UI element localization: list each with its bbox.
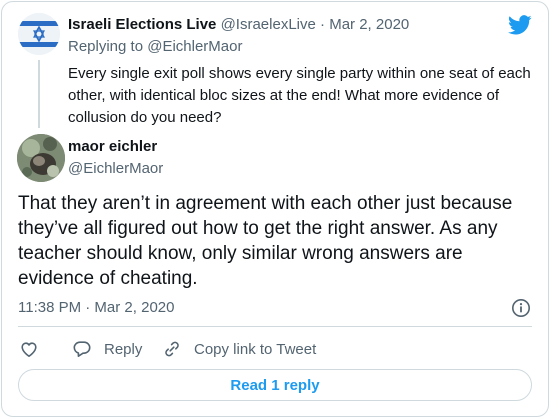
main-tweet-text: That they aren’t in agreement with each …	[18, 193, 513, 289]
info-icon[interactable]	[511, 298, 531, 318]
parent-handle[interactable]: @IsraelexLive	[221, 16, 316, 33]
like-button[interactable]	[19, 338, 39, 360]
copy-link-label: Copy link to Tweet	[194, 340, 317, 358]
divider	[18, 326, 532, 327]
replying-to-handle[interactable]: @EichlerMaor	[147, 38, 242, 55]
reply-icon	[73, 341, 91, 357]
twitter-logo-icon[interactable]	[508, 13, 532, 37]
parent-display-name[interactable]: Israeli Elections Live	[68, 16, 216, 33]
reply-button[interactable]: Reply	[72, 338, 142, 360]
parent-avatar[interactable]	[18, 13, 60, 55]
copy-link-button[interactable]: Copy link to Tweet	[162, 338, 316, 360]
read-replies-button[interactable]: Read 1 reply	[18, 369, 532, 401]
heart-icon	[21, 342, 37, 357]
reply-label: Reply	[104, 340, 143, 358]
main-handle[interactable]: @EichlerMaor	[68, 160, 163, 178]
parent-separator: ·	[320, 16, 326, 33]
link-icon	[165, 341, 179, 357]
thread-connector-line	[38, 60, 40, 128]
parent-date[interactable]: Mar 2, 2020	[329, 16, 409, 33]
replying-prefix: Replying to	[68, 38, 144, 55]
replying-to: Replying to @EichlerMaor	[68, 38, 242, 56]
main-avatar[interactable]	[17, 134, 65, 182]
tweet-timestamp[interactable]: 11:38 PM · Mar 2, 2020	[18, 299, 174, 317]
parent-tweet-header: Israeli Elections Live @IsraelexLive · M…	[68, 16, 409, 34]
parent-tweet-text: Every single exit poll shows every singl…	[68, 65, 531, 126]
main-display-name[interactable]: maor eichler	[68, 138, 157, 156]
